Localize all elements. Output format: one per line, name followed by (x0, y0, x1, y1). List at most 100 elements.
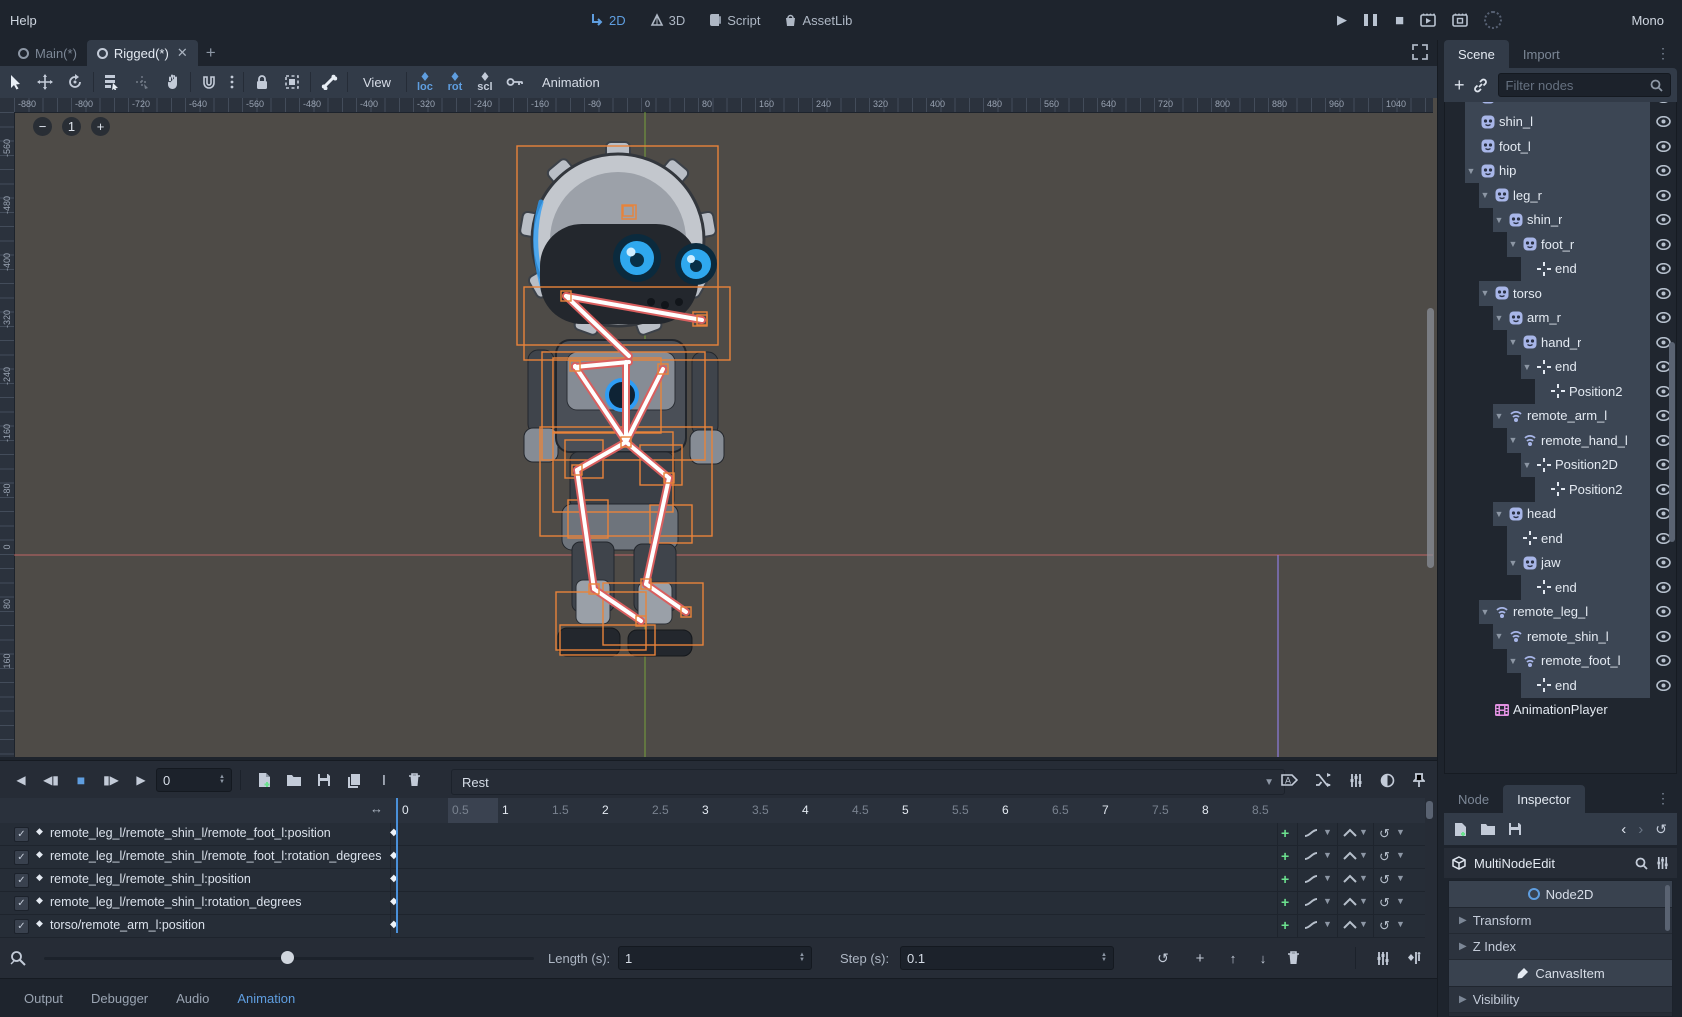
play-custom-scene-button[interactable] (1452, 13, 1468, 27)
filter-nodes-input[interactable]: Filter nodes (1498, 73, 1671, 97)
tree-node-row[interactable]: ▼ (1445, 110, 1676, 135)
loop-wrap-icon[interactable]: ↺ (1379, 849, 1390, 865)
remote_leg_l/remote_shin_l/remote_foot_l:rotation_degrees[interactable]: ✓ ◆ remote_leg_l/remote_shin_l/remote_fo… (0, 846, 1425, 869)
bottom-tab[interactable]: Animation (227, 991, 305, 1006)
tree-node-row[interactable]: ▼ (1445, 232, 1676, 257)
tree-node-row[interactable]: ▼ (1445, 649, 1676, 674)
canvasitem-class-header[interactable]: CanvasItem (1449, 960, 1672, 987)
history-forward-icon[interactable]: › (1638, 821, 1643, 838)
tree-node-row[interactable]: ▼ (1445, 404, 1676, 429)
update-mode-dropdown-icon[interactable]: ▼ (1323, 873, 1332, 883)
previous-keyframe-button[interactable]: ◀▮ (36, 765, 66, 795)
update-mode-icon[interactable] (1303, 870, 1319, 888)
new-scene-tab-button[interactable]: + (198, 43, 224, 63)
tab-inspector[interactable]: Inspector (1503, 785, 1584, 813)
collapse-arrow-icon[interactable]: ▼ (1521, 362, 1533, 372)
tree-node-row[interactable]: ▼ (1445, 159, 1676, 184)
menu-help[interactable]: Help (0, 0, 47, 40)
interpolation-mode-icon[interactable] (1343, 920, 1357, 930)
add-key-button[interactable]: + (1281, 917, 1289, 933)
move-track-down-icon[interactable]: ↓ (1248, 951, 1278, 966)
tree-node-row[interactable]: ▼ (1445, 306, 1676, 331)
update-mode-dropdown-icon[interactable]: ▼ (1323, 850, 1332, 860)
stop-button[interactable]: ■ (1395, 12, 1404, 29)
interpolation-dropdown-icon[interactable]: ▼ (1359, 919, 1368, 929)
interpolation-dropdown-icon[interactable]: ▼ (1359, 896, 1368, 906)
timeline-playhead[interactable] (396, 798, 398, 933)
visibility-eye-icon[interactable] (1650, 312, 1676, 323)
skeleton-options-icon[interactable] (314, 66, 344, 98)
interpolation-mode-icon[interactable] (1343, 828, 1357, 838)
instance-scene-icon[interactable] (1469, 78, 1492, 93)
load-resource-icon[interactable] (1480, 823, 1496, 836)
tree-node-row[interactable]: ▼ (1445, 102, 1676, 110)
tree-node-row[interactable]: ▼ (1445, 502, 1676, 527)
step-spinbox[interactable]: 0.1 ▲▼ (900, 946, 1114, 970)
scene-tab-rigged[interactable]: Rigged(*) ✕ (87, 40, 198, 66)
collapse-arrow-icon[interactable]: ▼ (1493, 411, 1505, 421)
list-select-tool-icon[interactable] (97, 66, 127, 98)
collapse-arrow-icon[interactable]: ▼ (1507, 435, 1519, 445)
interpolation-dropdown-icon[interactable]: ▼ (1359, 827, 1368, 837)
pause-button[interactable] (1363, 14, 1379, 26)
update-mode-icon[interactable] (1303, 916, 1319, 934)
visibility-eye-icon[interactable] (1650, 680, 1676, 691)
visibility-eye-icon[interactable] (1650, 288, 1676, 299)
loop-wrap-dropdown-icon[interactable]: ▼ (1396, 919, 1405, 929)
inspector-search-icon[interactable] (1635, 857, 1648, 870)
delete-animation-icon[interactable] (399, 765, 429, 795)
close-tab-icon[interactable]: ✕ (177, 45, 188, 61)
visibility-eye-icon[interactable] (1650, 557, 1676, 568)
collapse-arrow-icon[interactable]: ▼ (1479, 190, 1491, 200)
remove-track-icon[interactable] (1278, 951, 1308, 965)
tree-node-row[interactable]: ▼ (1445, 183, 1676, 208)
rename-animation-icon[interactable]: I (369, 765, 399, 795)
add-key-button[interactable]: + (1281, 871, 1289, 887)
update-mode-dropdown-icon[interactable]: ▼ (1323, 896, 1332, 906)
insert-key-icon[interactable] (500, 66, 530, 98)
visibility-eye-icon[interactable] (1650, 239, 1676, 250)
loop-wrap-dropdown-icon[interactable]: ▼ (1396, 850, 1405, 860)
zoom-out-button[interactable]: − (33, 117, 52, 136)
inspector-tools-icon[interactable] (1656, 856, 1669, 870)
collapse-arrow-icon[interactable]: ▼ (1479, 288, 1491, 298)
track-tools-icon[interactable] (1368, 951, 1398, 966)
interpolation-dropdown-icon[interactable]: ▼ (1359, 873, 1368, 883)
visibility-eye-icon[interactable] (1650, 141, 1676, 152)
track-enabled-checkbox[interactable]: ✓ (14, 896, 29, 911)
timeline-zoom-slider-handle[interactable] (281, 951, 294, 964)
mode-2d-button[interactable]: 2D (578, 13, 638, 28)
move-pivot-tool-icon[interactable] (127, 66, 157, 98)
collapse-arrow-icon[interactable]: ▼ (1507, 558, 1519, 568)
dock-menu-icon[interactable]: ⋮ (1650, 39, 1677, 68)
tree-node-row[interactable]: ▼ (1445, 453, 1676, 478)
tree-node-row[interactable]: ▼ (1445, 257, 1676, 282)
bottom-tab[interactable]: Audio (166, 991, 219, 1006)
remote_leg_l/remote_shin_l:position[interactable]: ✓ ◆ remote_leg_l/remote_shin_l:position … (0, 869, 1425, 892)
tab-import[interactable]: Import (1509, 40, 1574, 68)
update-mode-icon[interactable] (1303, 847, 1319, 865)
visibility-eye-icon[interactable] (1650, 606, 1676, 617)
section-transform[interactable]: ▶Transform (1449, 908, 1672, 934)
current-frame-spinbox[interactable]: 0 ▲▼ (156, 768, 232, 792)
duplicate-animation-icon[interactable] (339, 765, 369, 795)
add-key-button[interactable]: + (1281, 894, 1289, 910)
track-enabled-checkbox[interactable]: ✓ (14, 873, 29, 888)
tree-node-row[interactable]: ▼ (1445, 698, 1676, 723)
track-enabled-checkbox[interactable]: ✓ (14, 827, 29, 842)
interpolation-dropdown-icon[interactable]: ▼ (1359, 850, 1368, 860)
remote_leg_l/remote_shin_l:rotation_degrees[interactable]: ✓ ◆ remote_leg_l/remote_shin_l:rotation_… (0, 892, 1425, 915)
update-mode-dropdown-icon[interactable]: ▼ (1323, 919, 1332, 929)
section-visibility[interactable]: ▶Visibility (1449, 987, 1672, 1013)
inspector-menu-icon[interactable]: ⋮ (1650, 784, 1677, 813)
remote_leg_l/remote_shin_l/remote_foot_l:position[interactable]: ✓ ◆ remote_leg_l/remote_shin_l/remote_fo… (0, 823, 1425, 846)
tree-node-row[interactable]: ▼ (1445, 526, 1676, 551)
onion-skinning-icon[interactable] (1372, 765, 1402, 795)
tree-scrollbar[interactable] (1669, 342, 1675, 542)
tab-scene[interactable]: Scene (1444, 40, 1509, 68)
tree-node-row[interactable]: ▼ (1445, 281, 1676, 306)
visibility-eye-icon[interactable] (1650, 190, 1676, 201)
inspector-scrollbar[interactable] (1665, 885, 1670, 931)
bottom-tab[interactable]: Debugger (81, 991, 158, 1006)
next-keyframe-button[interactable]: ▮▶ (96, 765, 126, 795)
